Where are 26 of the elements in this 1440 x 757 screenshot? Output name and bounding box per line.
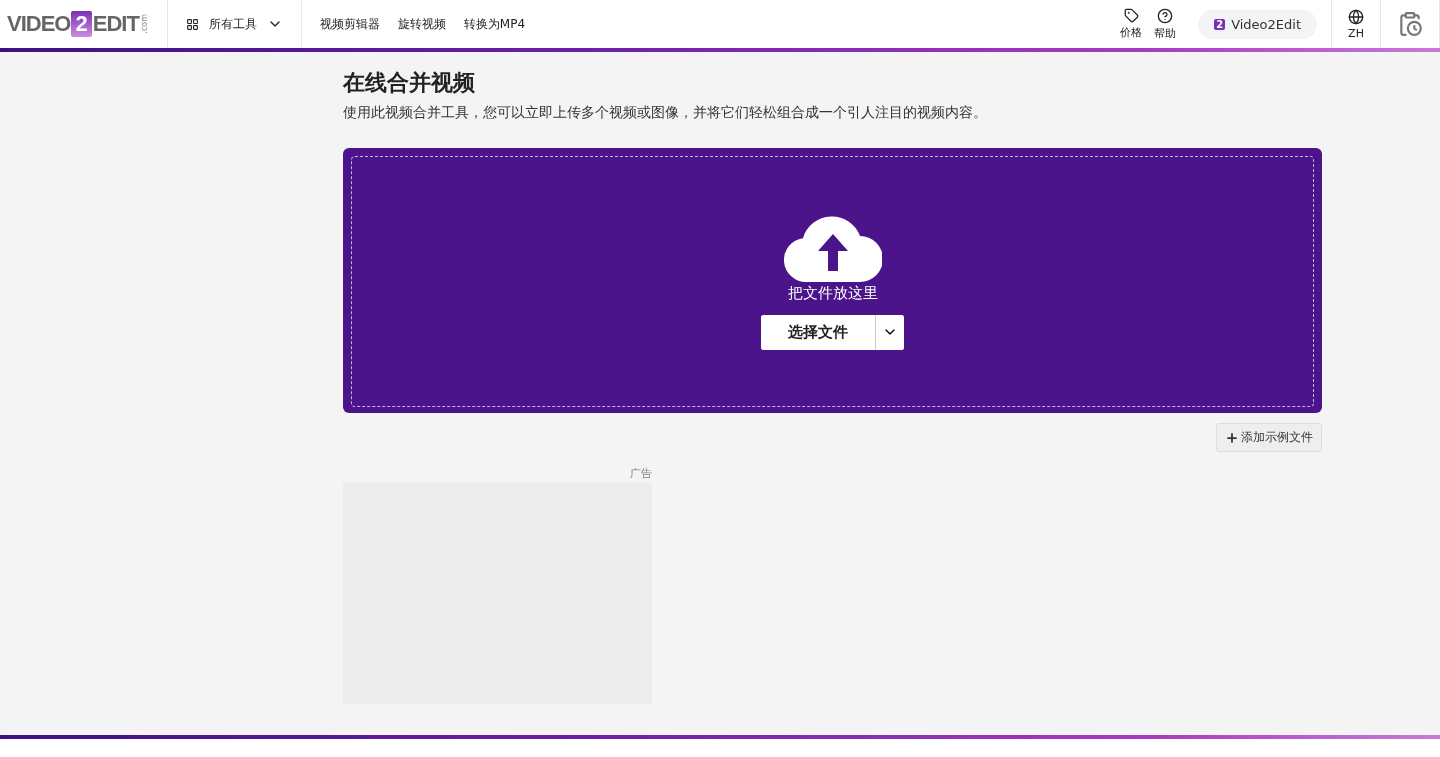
help-link[interactable]: 帮助: [1148, 0, 1183, 48]
nav-link[interactable]: 转换为MP4: [463, 15, 526, 33]
source-dropdown-button[interactable]: [875, 314, 904, 350]
grid-icon: [185, 17, 199, 31]
tag-icon: [1123, 8, 1139, 23]
clipboard-clock-icon: [1397, 11, 1423, 37]
page-description: 使用此视频合并工具，您可以立即上传多个视频或图像，并将它们轻松组合成一个引人注目的视频内容。: [343, 104, 988, 122]
logo-suffix: .com: [139, 14, 149, 34]
nav-link[interactable]: 旋转视频: [397, 15, 446, 33]
logo-badge: 2: [71, 11, 92, 37]
globe-icon: [1348, 8, 1364, 25]
account-button[interactable]: 2 Video2Edit: [1198, 9, 1317, 39]
pricing-link[interactable]: 价格: [1114, 0, 1149, 48]
upload-dropzone[interactable]: 把文件放这里 选择文件: [343, 148, 1322, 413]
help-icon: [1157, 7, 1174, 24]
add-sample-button[interactable]: 添加示例文件: [1216, 423, 1322, 452]
plus-icon: [1225, 430, 1239, 445]
logo-text: VIDEO: [7, 11, 71, 37]
account-label: Video2Edit: [1231, 16, 1301, 32]
cloud-upload-icon: [783, 213, 882, 282]
drop-hint: 把文件放这里: [787, 283, 878, 303]
ad-label: 广告: [630, 466, 652, 481]
page-title: 在线合并视频: [343, 69, 476, 97]
logo-text: EDIT: [92, 11, 139, 37]
nav-link[interactable]: 视频剪辑器: [319, 15, 380, 33]
logo-badge: 2: [1214, 18, 1226, 30]
